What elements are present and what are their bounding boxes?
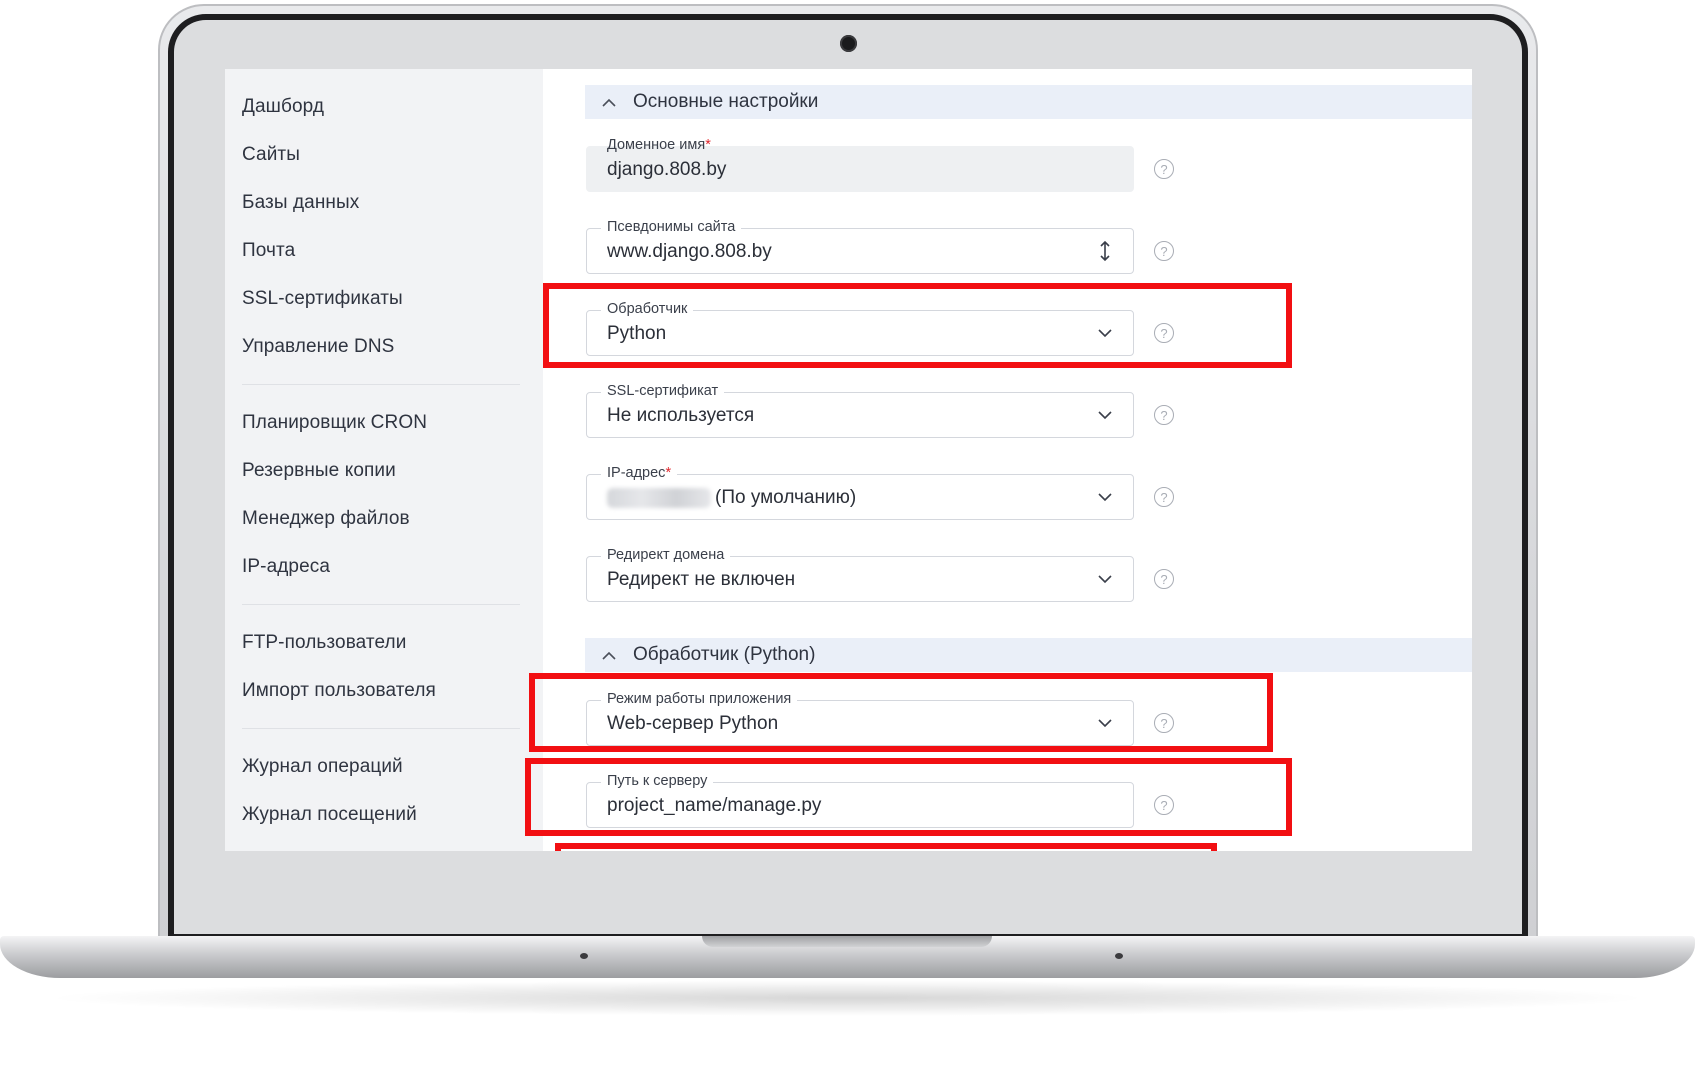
laptop-foot xyxy=(580,953,588,959)
ip-select[interactable]: IP-адрес* (По умолчанию) xyxy=(586,465,1134,520)
screen: Дашборд Сайты Базы данных Почта SSL-серт… xyxy=(225,69,1472,851)
chevron-down-icon[interactable] xyxy=(1095,487,1115,507)
camera-icon xyxy=(840,35,857,52)
aliases-field[interactable]: Псевдонимы сайта www.django.808.by xyxy=(586,219,1134,274)
ip-value: (По умолчанию) xyxy=(607,487,856,509)
field-label: IP-адрес* xyxy=(601,465,678,481)
field-label: SSL-сертификат xyxy=(601,383,725,399)
help-icon[interactable]: ? xyxy=(1154,405,1174,425)
redirect-value: Редирект не включен xyxy=(607,569,796,590)
chevron-up-icon[interactable] xyxy=(585,651,633,660)
sidebar-item-visits-log[interactable]: Журнал посещений xyxy=(242,804,417,826)
sidebar-item-file-manager[interactable]: Менеджер файлов xyxy=(242,508,410,530)
sidebar: Дашборд Сайты Базы данных Почта SSL-серт… xyxy=(225,69,543,851)
sidebar-item-dashboard[interactable]: Дашборд xyxy=(242,96,324,118)
section-title: Основные настройки xyxy=(633,91,819,112)
sidebar-item-cron[interactable]: Планировщик CRON xyxy=(242,412,427,434)
highlight-box-handler xyxy=(543,283,1292,368)
aliases-value: www.django.808.by xyxy=(607,241,772,262)
sidebar-divider xyxy=(242,384,520,385)
laptop-foot xyxy=(1115,953,1123,959)
sidebar-item-ip-addresses[interactable]: IP-адреса xyxy=(242,556,330,578)
blurred-ip xyxy=(607,487,711,508)
sidebar-item-databases[interactable]: Базы данных xyxy=(242,192,359,214)
help-icon[interactable]: ? xyxy=(1154,159,1174,179)
section-main-settings[interactable]: Основные настройки xyxy=(585,85,1472,119)
section-python-handler[interactable]: Обработчик (Python) xyxy=(585,638,1472,672)
sidebar-item-backups[interactable]: Резервные копии xyxy=(242,460,396,482)
section-title: Обработчик (Python) xyxy=(633,644,816,665)
chevron-up-icon[interactable] xyxy=(585,98,633,107)
sidebar-item-operations-log[interactable]: Журнал операций xyxy=(242,756,403,778)
highlight-box-app-mode xyxy=(529,673,1273,752)
field-label: Доменное имя* xyxy=(607,137,711,153)
help-icon[interactable]: ? xyxy=(1154,569,1174,589)
help-icon[interactable]: ? xyxy=(1154,487,1174,507)
sidebar-item-dns[interactable]: Управление DNS xyxy=(242,336,394,358)
ssl-value: Не используется xyxy=(607,405,755,426)
domain-value: django.808.by xyxy=(607,159,727,180)
resize-vertical-icon[interactable] xyxy=(1095,240,1115,262)
chevron-down-icon[interactable] xyxy=(1095,569,1115,589)
sidebar-divider xyxy=(242,604,520,605)
laptop-shadow xyxy=(40,980,1655,1016)
sidebar-divider xyxy=(242,728,520,729)
redirect-select[interactable]: Редирект домена Редирект не включен xyxy=(586,547,1134,602)
sidebar-item-ssl[interactable]: SSL-сертификаты xyxy=(242,288,403,310)
laptop-notch xyxy=(702,936,992,947)
highlight-box-next xyxy=(555,843,1217,851)
field-label: Псевдонимы сайта xyxy=(601,219,742,235)
sidebar-item-import-user[interactable]: Импорт пользователя xyxy=(242,680,436,702)
chevron-down-icon[interactable] xyxy=(1095,405,1115,425)
sidebar-item-sites[interactable]: Сайты xyxy=(242,144,300,166)
sidebar-item-ftp-users[interactable]: FTP-пользователи xyxy=(242,632,406,654)
sidebar-item-mail[interactable]: Почта xyxy=(242,240,295,262)
domain-field: Доменное имя* django.808.by xyxy=(586,137,1134,192)
field-label: Редирект домена xyxy=(601,547,731,563)
ssl-select[interactable]: SSL-сертификат Не используется xyxy=(586,383,1134,438)
help-icon[interactable]: ? xyxy=(1154,241,1174,261)
highlight-box-server-path xyxy=(525,758,1292,836)
